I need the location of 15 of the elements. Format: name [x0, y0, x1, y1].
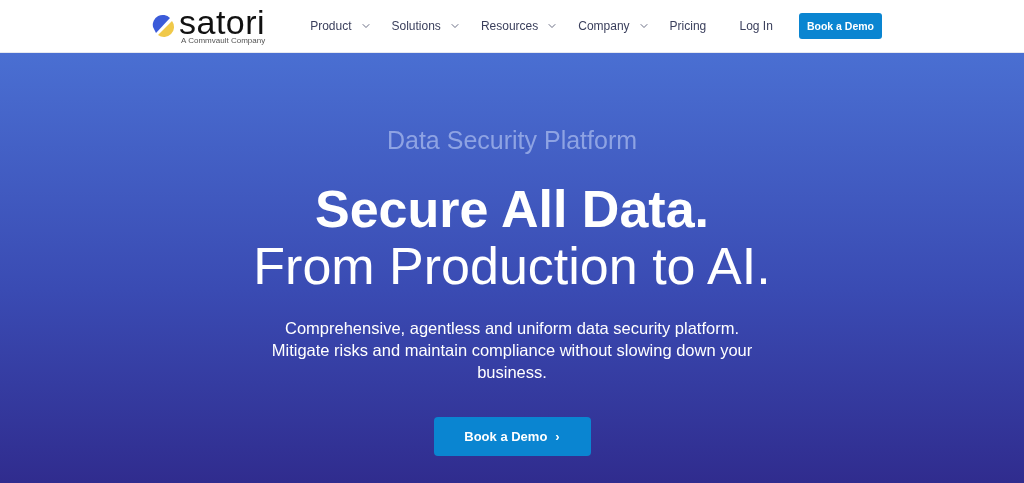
hero-subtitle: From Production to AI.	[253, 237, 771, 295]
hero-eyebrow: Data Security Platform	[386, 126, 638, 155]
book-demo-button[interactable]: Book a Demo	[798, 13, 882, 39]
book-demo-button[interactable]: Book a Demo ›	[433, 417, 591, 456]
nav-link[interactable]: Company	[578, 19, 650, 33]
hero-description: Comprehensive, agentless and uniform data security platform. Mitigate risks and maintain compliance without slowing down your business.	[270, 318, 754, 383]
logo-wordmark[interactable]: satori	[179, 7, 266, 37]
login-link[interactable]: Log In	[739, 19, 773, 33]
nav-link[interactable]: Pricing	[669, 19, 707, 33]
logo-tagline: A Commvault Company	[181, 36, 266, 45]
hero-title: Secure All Data.	[315, 181, 709, 237]
nav-link[interactable]: Product	[310, 19, 372, 33]
nav-link[interactable]: Solutions	[391, 19, 461, 33]
nav-link[interactable]: Resources	[480, 19, 559, 33]
logo-icon	[150, 13, 176, 39]
